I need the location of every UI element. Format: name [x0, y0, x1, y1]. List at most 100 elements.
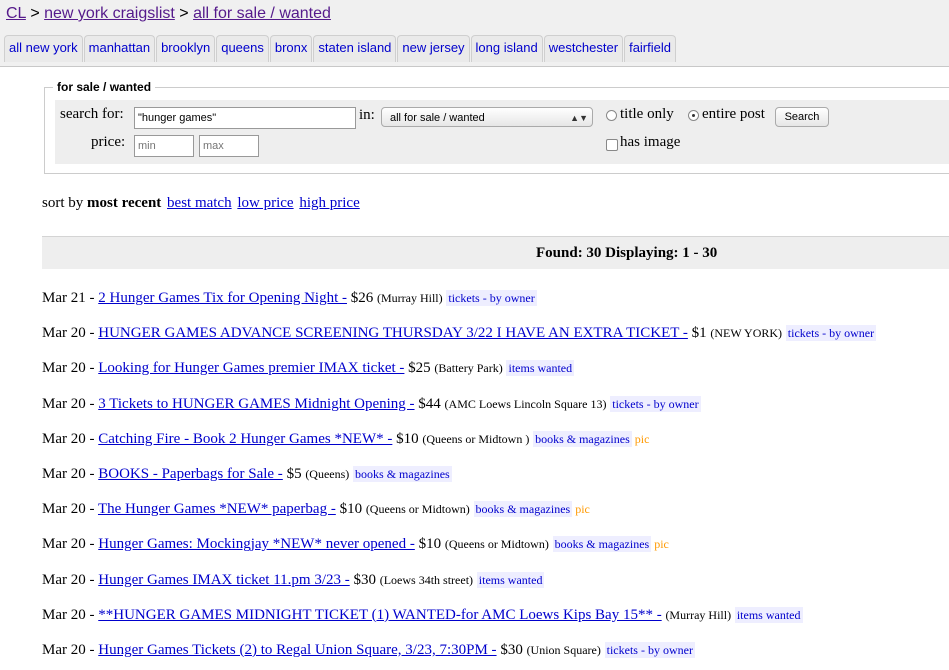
region-tab[interactable]: brooklyn: [156, 35, 216, 62]
listing-row: Mar 20 - Catching Fire - Book 2 Hunger G…: [42, 430, 650, 447]
search-for-label: search for:: [60, 106, 124, 122]
region-tab[interactable]: new jersey: [397, 35, 470, 62]
listing-category[interactable]: items wanted: [734, 606, 803, 623]
listing-row: Mar 20 - Hunger Games Tickets (2) to Reg…: [42, 642, 695, 658]
sort-bar: sort by most recent best match low price…: [42, 195, 360, 212]
listing-price: $25: [408, 360, 431, 377]
listing-pic-tag: pic: [634, 431, 650, 446]
listing-title-link[interactable]: Hunger Games Tickets (2) to Regal Union …: [98, 642, 496, 658]
region-tab[interactable]: fairfield: [624, 35, 676, 62]
region-tab[interactable]: queens: [216, 35, 269, 62]
listing-location: (Queens or Midtown): [365, 502, 470, 517]
listing-category[interactable]: items wanted: [476, 571, 545, 588]
breadcrumb-home-link[interactable]: CL: [6, 5, 26, 22]
listing-location: (AMC Loews Lincoln Square 13): [444, 396, 607, 411]
listing-row: Mar 20 - BOOKS - Paperbags for Sale - $5…: [42, 466, 452, 482]
listing-category[interactable]: books & magazines: [473, 501, 573, 518]
listing-price: $10: [339, 501, 363, 518]
listing-category[interactable]: tickets - by owner: [785, 325, 877, 342]
sort-current: most recent: [87, 195, 162, 211]
listing-row: Mar 20 - The Hunger Games *NEW* paperbag…: [42, 501, 590, 518]
in-label: in:: [359, 107, 375, 123]
listing-location: (Union Square): [526, 643, 601, 657]
listing-category[interactable]: books & magazines: [552, 536, 652, 553]
title-only-radio[interactable]: [606, 110, 617, 121]
listing-location: (Loews 34th street): [379, 572, 474, 587]
region-tab[interactable]: manhattan: [83, 35, 156, 62]
listing-price: $10: [418, 536, 442, 553]
listing-date: Mar 20: [42, 360, 86, 377]
listing-location: (Queens or Midtown ): [422, 431, 530, 446]
listing-title-link[interactable]: Hunger Games: Mockingjay *NEW* never ope…: [98, 536, 415, 552]
breadcrumb-separator: >: [30, 5, 40, 22]
listing-price: $10: [396, 430, 419, 447]
listing-date: Mar 20: [42, 325, 86, 342]
header-bar: CL > new york craigslist > all for sale …: [0, 0, 949, 67]
listing-date: Mar 20: [42, 606, 86, 623]
price-min-input[interactable]: [134, 135, 194, 157]
listing-price: $30: [500, 642, 523, 658]
sort-low-price-link[interactable]: low price: [237, 195, 293, 211]
listing-location: (Queens): [305, 467, 350, 481]
listing-price: $30: [353, 571, 376, 588]
listing-date: Mar 20: [42, 536, 86, 553]
price-max-input[interactable]: [199, 135, 259, 157]
listing-category[interactable]: tickets - by owner: [446, 290, 537, 306]
listing-title-link[interactable]: HUNGER GAMES ADVANCE SCREENING THURSDAY …: [98, 325, 688, 341]
breadcrumb: CL > new york craigslist > all for sale …: [6, 5, 331, 23]
search-button[interactable]: Search: [775, 107, 829, 127]
breadcrumb-section-link[interactable]: all for sale / wanted: [193, 5, 331, 22]
region-tab[interactable]: bronx: [269, 35, 313, 62]
search-legend: for sale / wanted: [53, 80, 156, 94]
listing-location: (Battery Park): [434, 361, 503, 376]
entire-post-radio[interactable]: [688, 110, 699, 121]
region-tabs: all new york manhattan brooklyn queens bronx…: [4, 35, 677, 62]
listing-category[interactable]: books & magazines: [353, 466, 452, 482]
results-summary-bar: Found: 30 Displaying: 1 - 30: [42, 236, 949, 269]
listing-date: Mar 20: [42, 642, 86, 658]
listing-category[interactable]: tickets - by owner: [610, 395, 701, 412]
listing-price: $5: [286, 466, 302, 482]
has-image-label: has image: [620, 134, 681, 150]
listing-location: (Murray Hill): [376, 291, 443, 305]
listing-date: Mar 20: [42, 430, 86, 447]
listing-location: (Queens or Midtown): [444, 537, 549, 552]
listing-row: Mar 20 - 3 Tickets to HUNGER GAMES Midni…: [42, 395, 701, 412]
listing-location: (NEW YORK): [710, 326, 783, 341]
listing-category[interactable]: books & magazines: [533, 430, 632, 447]
listing-row: Mar 20 - **HUNGER GAMES MIDNIGHT TICKET …: [42, 606, 803, 623]
category-select[interactable]: all for sale / wanted ▲▼: [381, 107, 593, 127]
listing-row: Mar 21 - 2 Hunger Games Tix for Opening …: [42, 290, 537, 306]
region-tab[interactable]: staten island: [313, 35, 397, 62]
breadcrumb-separator: >: [179, 5, 189, 22]
listing-title-link[interactable]: Catching Fire - Book 2 Hunger Games *NEW…: [98, 431, 392, 447]
results-count: Found: 30 Displaying: 1 - 30: [536, 245, 718, 261]
search-input[interactable]: [134, 107, 356, 129]
listing-title-link[interactable]: 2 Hunger Games Tix for Opening Night -: [98, 290, 347, 306]
listing-title-link[interactable]: Hunger Games IMAX ticket 11.pm 3/23 -: [98, 572, 349, 588]
region-tab[interactable]: westchester: [543, 35, 624, 62]
sort-best-match-link[interactable]: best match: [167, 195, 232, 211]
listing-date: Mar 20: [42, 466, 86, 482]
listing-title-link[interactable]: **HUNGER GAMES MIDNIGHT TICKET (1) WANTE…: [98, 607, 661, 623]
listing-category[interactable]: items wanted: [506, 360, 575, 377]
price-label: price:: [91, 134, 126, 150]
listing-price: $1: [691, 325, 707, 342]
listing-price: $26: [350, 290, 374, 306]
breadcrumb-city-link[interactable]: new york craigslist: [44, 5, 175, 22]
region-tab[interactable]: all new york: [4, 35, 83, 62]
listing-price: $44: [418, 395, 441, 412]
listing-title-link[interactable]: 3 Tickets to HUNGER GAMES Midnight Openi…: [98, 396, 414, 412]
category-select-value: all for sale / wanted: [390, 112, 485, 124]
listing-date: Mar 20: [42, 501, 86, 518]
listing-title-link[interactable]: The Hunger Games *NEW* paperbag -: [98, 501, 336, 517]
listing-title-link[interactable]: BOOKS - Paperbags for Sale -: [98, 466, 283, 482]
region-tab[interactable]: long island: [470, 35, 543, 62]
has-image-checkbox[interactable]: [606, 139, 618, 151]
listing-title-link[interactable]: Looking for Hunger Games premier IMAX ti…: [98, 360, 404, 376]
sort-prefix: sort by: [42, 195, 84, 211]
listing-category[interactable]: tickets - by owner: [604, 642, 695, 658]
sort-high-price-link[interactable]: high price: [299, 195, 359, 211]
listing-pic-tag: pic: [575, 502, 590, 517]
title-only-label: title only: [620, 106, 674, 122]
